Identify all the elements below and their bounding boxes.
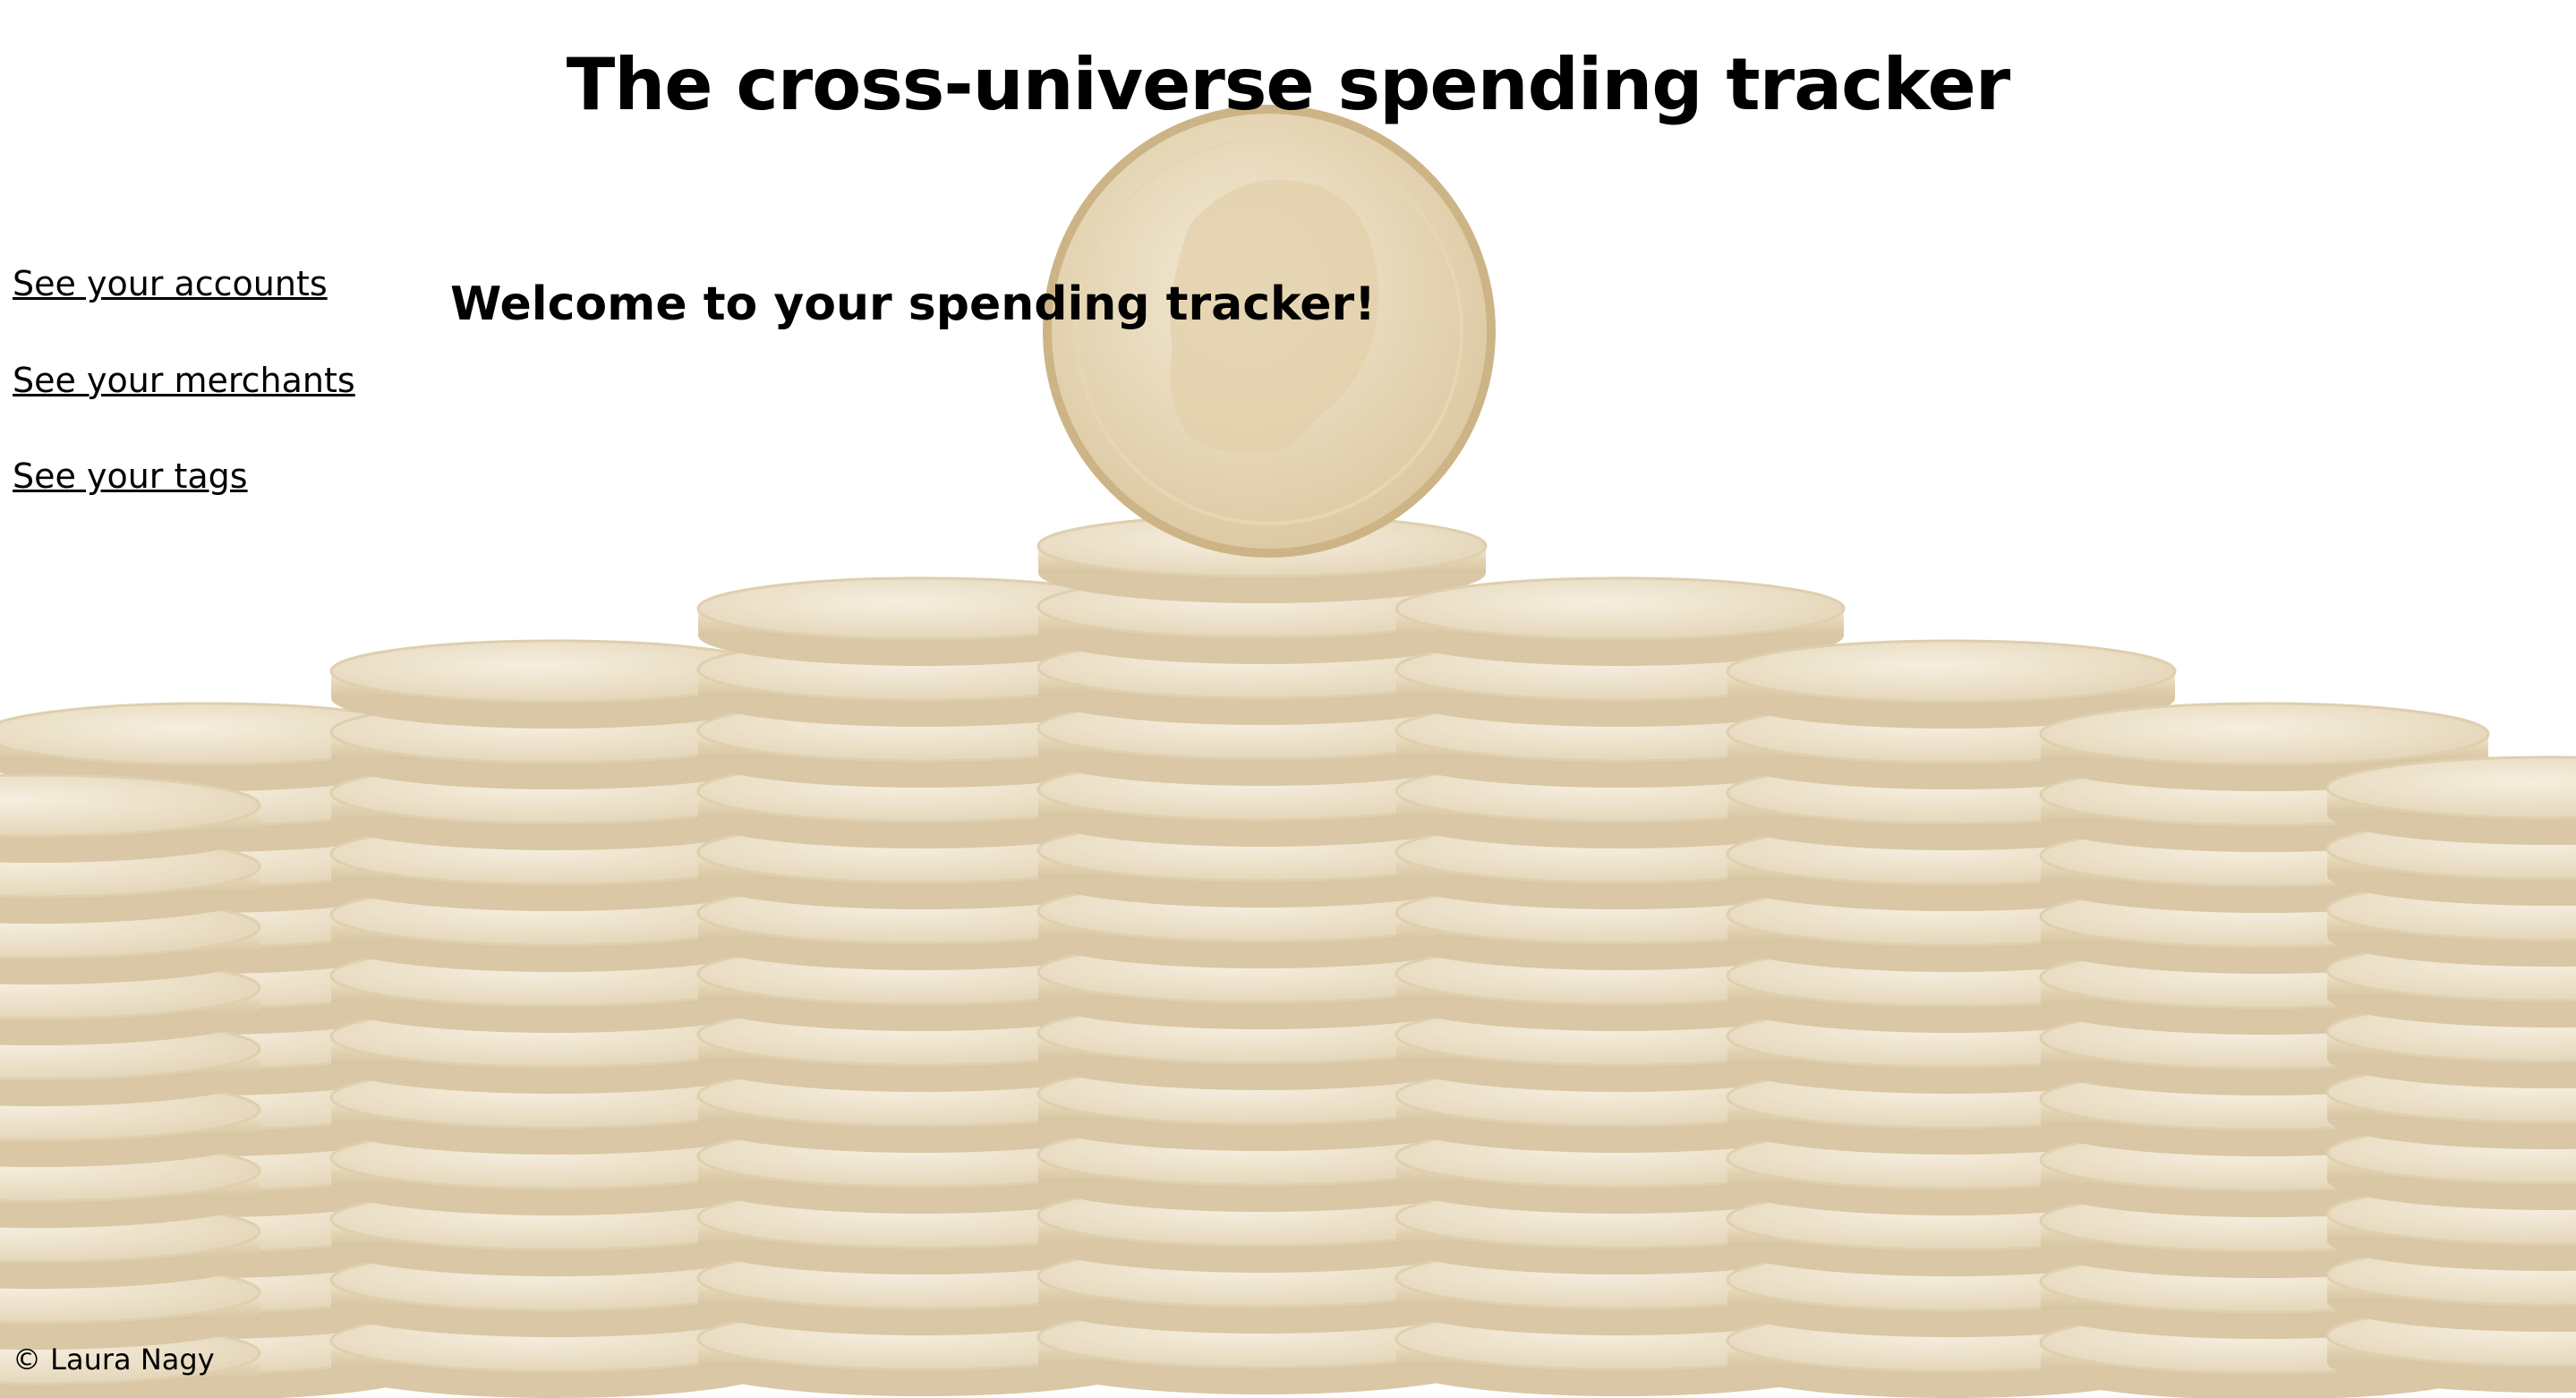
sidebar-nav: See your accounts See your merchants See… bbox=[13, 264, 355, 553]
welcome-heading: Welcome to your spending tracker! bbox=[450, 277, 1376, 331]
nav-link-merchants[interactable]: See your merchants bbox=[13, 361, 355, 402]
footer-copyright: © Laura Nagy bbox=[13, 1343, 215, 1377]
coin-stack-background-image bbox=[0, 105, 2576, 1398]
page-title: The cross-universe spending tracker bbox=[566, 43, 2011, 126]
nav-link-accounts[interactable]: See your accounts bbox=[13, 264, 355, 305]
nav-link-tags[interactable]: See your tags bbox=[13, 456, 355, 498]
coin-face bbox=[1726, 639, 2177, 703]
standing-coin-icon bbox=[1043, 105, 1496, 558]
coin-stacks bbox=[0, 514, 2576, 1398]
coin-face bbox=[2039, 702, 2490, 766]
coin-face bbox=[1395, 576, 1846, 641]
